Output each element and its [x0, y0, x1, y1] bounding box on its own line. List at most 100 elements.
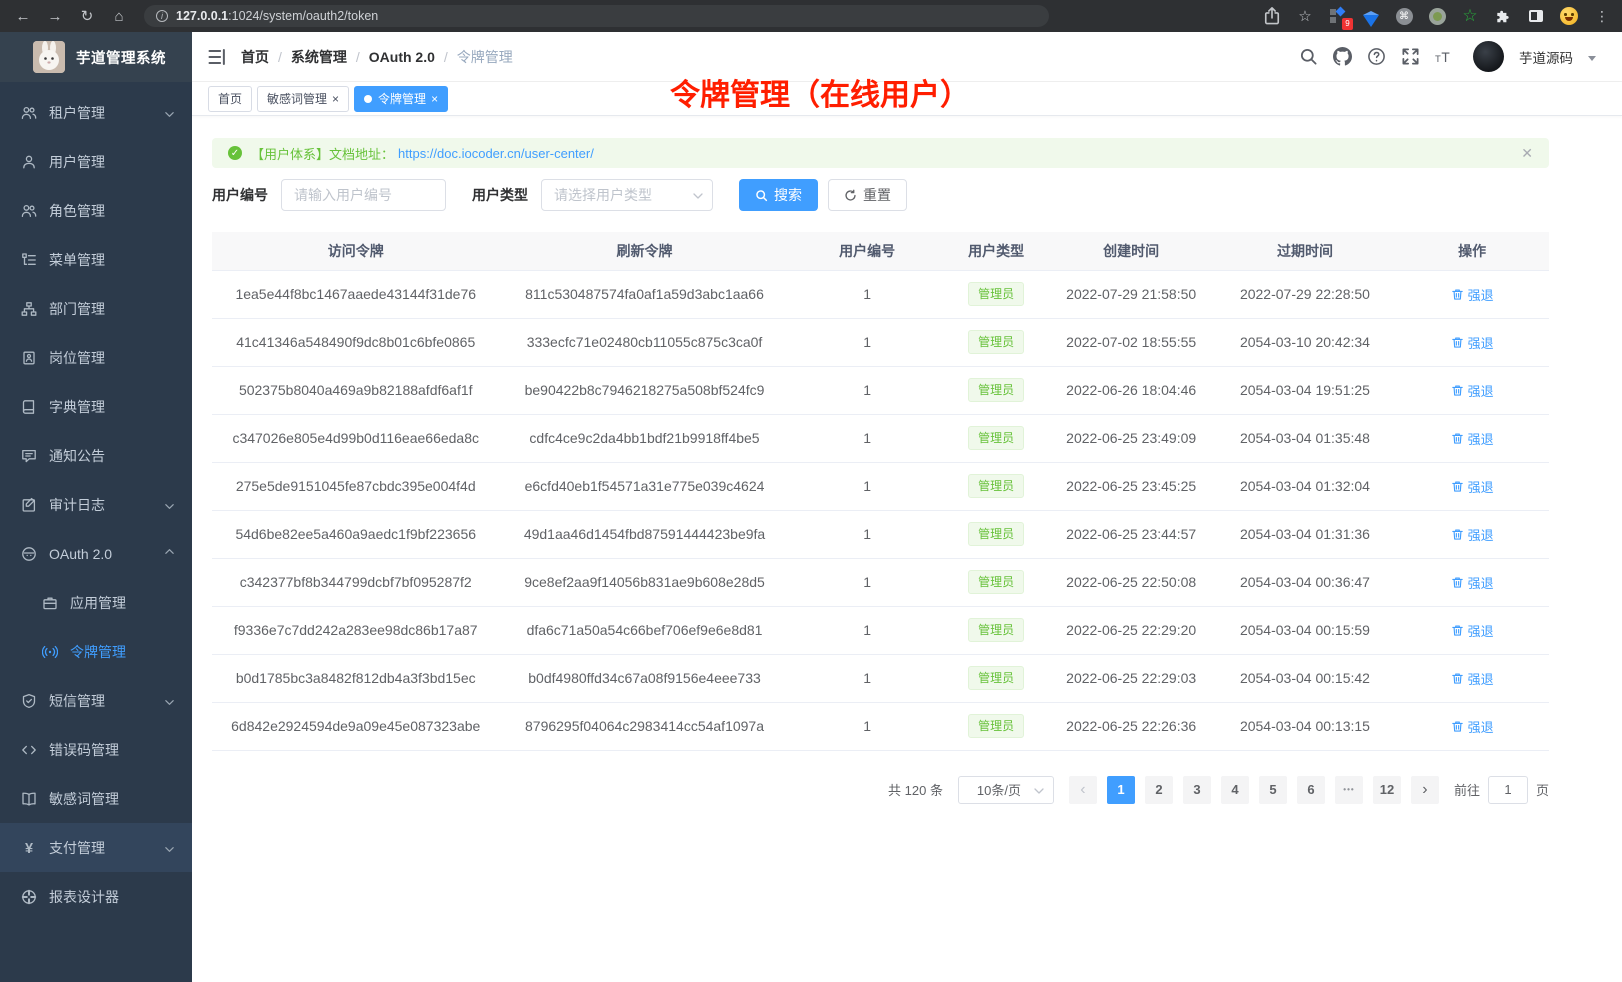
force-logout-button[interactable]: 强退	[1451, 333, 1494, 352]
sidebar-item-12[interactable]: 短信管理	[0, 676, 192, 725]
sidebar-item-16[interactable]: 报表设计器	[0, 872, 192, 921]
sidebar-menu: 租户管理用户管理角色管理菜单管理部门管理岗位管理字典管理通知公告审计日志OAut…	[0, 82, 192, 982]
page-button-12[interactable]: 12	[1373, 776, 1401, 804]
page-size-select[interactable]: 10条/页	[958, 776, 1054, 804]
table-row: f9336e7c7dd242a283ee98dc86b17a87dfa6c71a…	[212, 606, 1549, 654]
tab-1[interactable]: 敏感词管理×	[257, 86, 349, 112]
extension-gem-icon[interactable]	[1361, 6, 1381, 26]
alert-doc-link[interactable]: https://doc.iocoder.cn/user-center/	[398, 146, 594, 161]
sidebar-item-7[interactable]: 通知公告	[0, 431, 192, 480]
back-icon[interactable]: ←	[10, 4, 36, 28]
sidebar-item-3[interactable]: 菜单管理	[0, 235, 192, 284]
access-token-cell: 54d6be82ee5a460a9aedc1f9bf223656	[212, 510, 499, 558]
action-cell: 强退	[1395, 366, 1549, 414]
force-logout-button[interactable]: 强退	[1451, 429, 1494, 448]
prev-page-button[interactable]: ‹	[1069, 776, 1097, 804]
user-type-cell: 管理员	[945, 414, 1048, 462]
extension-record-icon[interactable]	[1427, 6, 1447, 26]
breadcrumb-item[interactable]: OAuth 2.0	[369, 49, 435, 65]
expires-cell: 2054-03-10 20:42:34	[1215, 318, 1395, 366]
breadcrumb-item[interactable]: 系统管理	[291, 47, 347, 67]
force-logout-button[interactable]: 强退	[1451, 381, 1494, 400]
filter-bar: 用户编号 用户类型 搜索 重置	[212, 179, 1549, 211]
total-count: 共 120 条	[888, 780, 943, 799]
page-button-6[interactable]: 6	[1297, 776, 1325, 804]
force-logout-button[interactable]: 强退	[1451, 285, 1494, 304]
page-button-3[interactable]: 3	[1183, 776, 1211, 804]
help-icon[interactable]	[1367, 47, 1386, 66]
alert-close-icon[interactable]: ✕	[1521, 145, 1533, 162]
force-logout-button[interactable]: 强退	[1451, 669, 1494, 688]
sidebar-item-5[interactable]: 岗位管理	[0, 333, 192, 382]
sidebar-item-0[interactable]: 租户管理	[0, 88, 192, 137]
sidebar-item-1[interactable]: 用户管理	[0, 137, 192, 186]
user-type-select-input[interactable]	[541, 179, 713, 211]
tab-2[interactable]: 令牌管理 ×	[354, 86, 448, 112]
force-logout-button[interactable]: 强退	[1451, 477, 1494, 496]
reload-icon[interactable]: ↻	[74, 4, 100, 28]
force-logout-button[interactable]: 强退	[1451, 573, 1494, 592]
user-type-select[interactable]	[541, 179, 713, 211]
home-icon[interactable]: ⌂	[106, 4, 132, 28]
sidebar-item-15[interactable]: ¥支付管理	[0, 823, 192, 872]
user-id-cell: 1	[790, 558, 945, 606]
sidebar-item-14[interactable]: 敏感词管理	[0, 774, 192, 823]
extension-tabs-icon[interactable]: 9	[1328, 6, 1348, 26]
chevron-down-icon[interactable]	[1588, 56, 1596, 61]
github-icon[interactable]	[1333, 47, 1352, 66]
force-logout-button[interactable]: 强退	[1451, 621, 1494, 640]
page-ellipsis[interactable]: •••	[1335, 776, 1363, 804]
page-button-1[interactable]: 1	[1107, 776, 1135, 804]
table-row: 6d842e2924594de9a09e45e087323abe8796295f…	[212, 702, 1549, 750]
sidebar-item-8[interactable]: 审计日志	[0, 480, 192, 529]
force-logout-button[interactable]: 强退	[1451, 717, 1494, 736]
sidebar-item-4[interactable]: 部门管理	[0, 284, 192, 333]
page-button-4[interactable]: 4	[1221, 776, 1249, 804]
page-button-2[interactable]: 2	[1145, 776, 1173, 804]
profile-avatar-icon[interactable]	[1559, 6, 1579, 26]
next-page-button[interactable]: ›	[1411, 776, 1439, 804]
sidebar-item-11[interactable]: 令牌管理	[0, 627, 192, 676]
sidebar-item-10[interactable]: 应用管理	[0, 578, 192, 627]
access-token-cell: b0d1785bc3a8482f812db4a3f3bd15ec	[212, 654, 499, 702]
tab-0[interactable]: 首页	[208, 86, 252, 112]
breadcrumb-item: 令牌管理	[457, 47, 513, 67]
page-button-5[interactable]: 5	[1259, 776, 1287, 804]
extension-star-icon[interactable]: ☆	[1460, 6, 1480, 26]
trash-icon	[1451, 480, 1464, 493]
sidebar-item-9[interactable]: OAuth 2.0	[0, 529, 192, 578]
tab-label: 令牌管理	[378, 90, 426, 107]
address-bar[interactable]: i 127.0.0.1:1024/system/oauth2/token	[144, 5, 1049, 27]
fullscreen-icon[interactable]	[1401, 47, 1420, 66]
font-size-icon[interactable]: TT	[1435, 47, 1454, 66]
user-id-input[interactable]	[281, 179, 446, 211]
side-panel-icon[interactable]	[1526, 6, 1546, 26]
extensions-puzzle-icon[interactable]	[1493, 6, 1513, 26]
sidebar-item-6[interactable]: 字典管理	[0, 382, 192, 431]
bookmark-star-icon[interactable]: ☆	[1295, 6, 1315, 26]
sidebar-item-2[interactable]: 角色管理	[0, 186, 192, 235]
search-icon[interactable]	[1299, 47, 1318, 66]
browser-menu-icon[interactable]: ⋮	[1592, 6, 1612, 26]
search-button[interactable]: 搜索	[739, 179, 818, 211]
app-logo-bar[interactable]: 芋道管理系统	[0, 32, 192, 82]
sidebar-fold-icon[interactable]	[207, 47, 227, 67]
forward-icon[interactable]: →	[42, 4, 68, 28]
refresh-token-cell: be90422b8c7946218275a508bf524fc9	[499, 366, 789, 414]
extension-command-icon[interactable]: ⌘	[1394, 6, 1414, 26]
tab-close-icon[interactable]: ×	[431, 92, 438, 106]
sidebar-item-13[interactable]: 错误码管理	[0, 725, 192, 774]
site-info-icon[interactable]: i	[156, 10, 168, 22]
share-icon[interactable]	[1262, 6, 1282, 26]
force-logout-button[interactable]: 强退	[1451, 525, 1494, 544]
goto-page-input[interactable]	[1488, 776, 1528, 804]
reset-button[interactable]: 重置	[828, 179, 907, 211]
breadcrumb-item[interactable]: 首页	[241, 47, 269, 67]
created-cell: 2022-06-25 22:50:08	[1048, 558, 1215, 606]
action-cell: 强退	[1395, 606, 1549, 654]
sidebar-item-label: 报表设计器	[49, 887, 119, 907]
trash-icon	[1451, 384, 1464, 397]
user-name[interactable]: 芋道源码	[1519, 47, 1573, 67]
user-avatar[interactable]	[1473, 41, 1504, 72]
tab-close-icon[interactable]: ×	[332, 92, 339, 106]
